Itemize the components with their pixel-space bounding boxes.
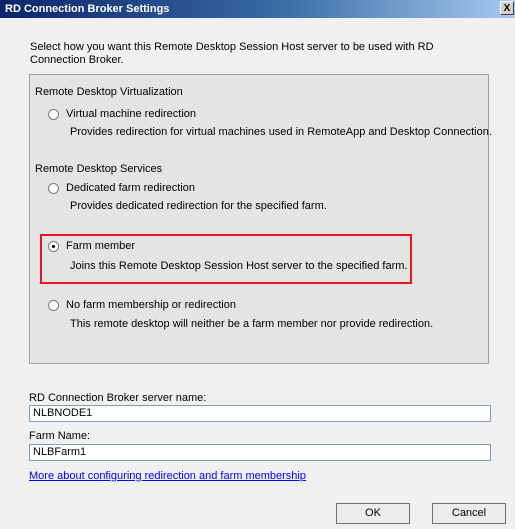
radio-circle[interactable] [48,182,59,194]
cancel-button[interactable]: Cancel [432,503,506,524]
farm-name-input[interactable]: NLBFarm1 [29,444,491,461]
desc-dedicated-farm: Provides dedicated redirection for the s… [70,200,327,212]
radio-circle[interactable] [48,108,59,120]
desc-no-farm: This remote desktop will neither be a fa… [70,318,434,330]
radio-label-vm-redirection: Virtual machine redirection [66,108,197,120]
help-link[interactable]: More about configuring redirection and f… [29,470,306,482]
title-bar: RD Connection Broker Settings X [0,0,515,18]
broker-name-label: RD Connection Broker server name: [29,392,207,404]
radio-label-no-farm: No farm membership or redirection [66,299,236,311]
radio-circle[interactable] [48,299,59,311]
ok-button[interactable]: OK [336,503,410,524]
section-label-services: Remote Desktop Services [35,163,163,175]
window-title: RD Connection Broker Settings [5,3,170,15]
radio-dedicated-farm[interactable]: Dedicated farm redirection [48,182,195,194]
section-label-virtualization: Remote Desktop Virtualization [35,86,183,98]
farm-name-label: Farm Name: [29,430,91,442]
radio-vm-redirection[interactable]: Virtual machine redirection [48,108,196,120]
desc-farm-member: Joins this Remote Desktop Session Host s… [70,260,408,272]
radio-farm-member[interactable]: Farm member [48,240,135,252]
intro-text: Select how you want this Remote Desktop … [30,41,434,66]
broker-name-input[interactable]: NLBNODE1 [29,405,491,422]
radio-no-farm[interactable]: No farm membership or redirection [48,299,236,311]
close-button[interactable]: X [500,1,514,15]
desc-vm-redirection: Provides redirection for virtual machine… [70,126,492,138]
radio-circle-checked[interactable] [48,240,59,252]
radio-label-dedicated-farm: Dedicated farm redirection [66,182,196,194]
radio-label-farm-member: Farm member [66,240,136,252]
